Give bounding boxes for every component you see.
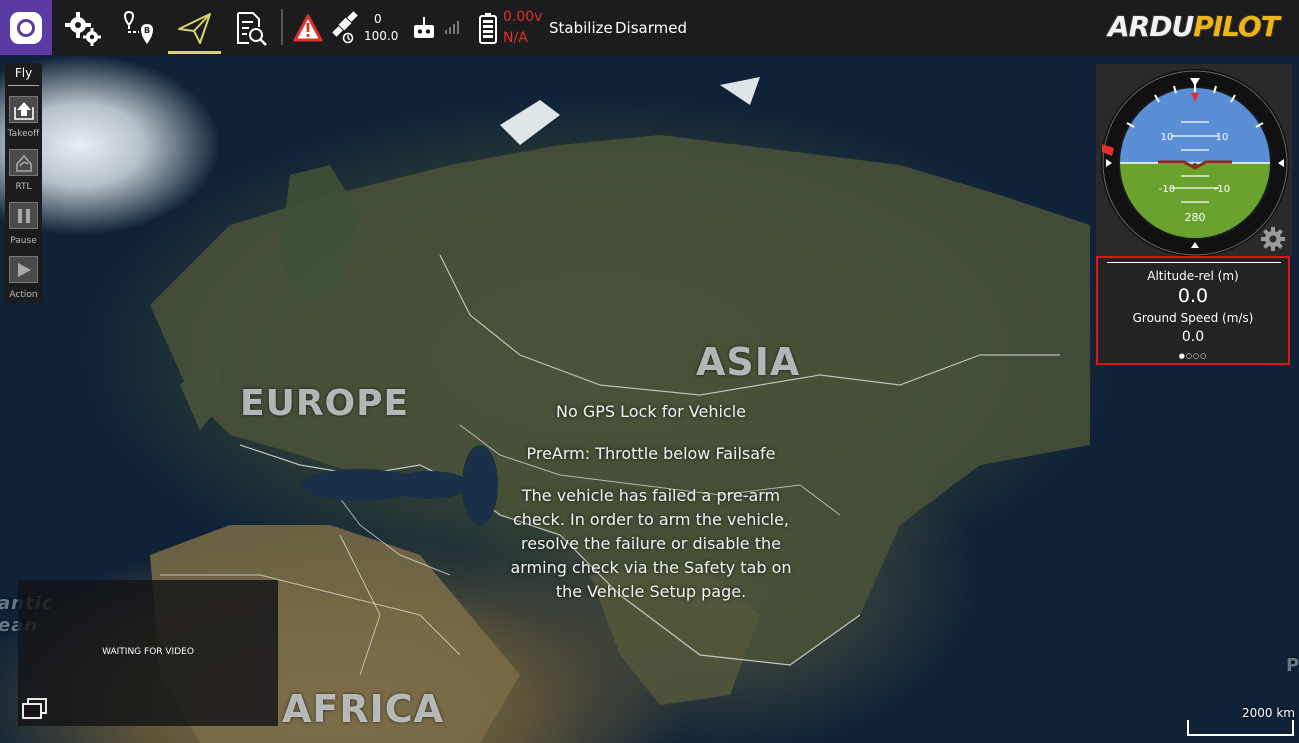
fly-tool-panel: Fly Takeoff RTL Pause Action — [5, 63, 42, 303]
plan-view-button[interactable]: B — [114, 0, 160, 55]
paper-plane-icon — [177, 12, 211, 44]
fly-view-button[interactable] — [168, 0, 221, 55]
altitude-value: 0.0 — [1177, 285, 1209, 307]
prearm-message: PreArm: Throttle below Failsafe — [526, 444, 776, 463]
return-home-icon — [15, 154, 32, 172]
rc-transmitter-icon — [414, 16, 434, 38]
pitch-label-plus-left: 10 — [1161, 132, 1174, 143]
action-button[interactable] — [9, 256, 38, 283]
rtl-button[interactable] — [9, 149, 38, 176]
signal-bars-icon — [445, 21, 459, 34]
qgc-logo-icon — [10, 11, 42, 44]
altitude-label: Altitude-rel (m) — [1147, 269, 1239, 283]
pause-icon — [17, 208, 30, 223]
play-icon — [17, 262, 31, 277]
arm-state-indicator[interactable]: Disarmed — [615, 19, 687, 37]
satellite-icon — [332, 10, 358, 43]
video-window[interactable]: WAITING FOR VIDEO — [18, 580, 278, 726]
gps-indicator[interactable] — [330, 0, 364, 55]
plan-route-icon: B — [123, 10, 153, 44]
rc-rssi-indicator[interactable] — [410, 0, 438, 55]
rtl-label: RTL — [15, 182, 32, 192]
switch-view-icon[interactable] — [20, 696, 50, 722]
brand-text-a: ARDU — [1108, 9, 1194, 43]
values-divider — [1107, 262, 1281, 263]
app-menu-button[interactable] — [0, 0, 52, 55]
brand-text-b: PILOT — [1193, 9, 1280, 43]
label-edge-p: P — [1286, 655, 1299, 676]
ardupilot-logo: ARDU PILOT — [1108, 9, 1294, 43]
page-indicator-dots[interactable]: ●○○○ — [1098, 352, 1288, 360]
vehicle-setup-button[interactable] — [60, 0, 106, 55]
instrument-settings-gear-icon[interactable] — [1260, 226, 1286, 252]
analyze-view-button[interactable] — [228, 0, 272, 55]
battery-voltage: 0.00v — [503, 9, 543, 25]
heading-readout: 280 — [1185, 211, 1206, 224]
toolbar-separator — [281, 9, 283, 45]
gear-icon — [65, 11, 101, 46]
prearm-explanation: The vehicle has failed a pre-arm check. … — [510, 486, 792, 601]
pitch-label-plus-right: 10 — [1216, 132, 1229, 143]
pitch-label-minus-left: -10 — [1159, 184, 1175, 195]
battery-indicator[interactable] — [475, 0, 501, 55]
values-widget[interactable]: Altitude-rel (m) 0.0 Ground Speed (m/s) … — [1096, 256, 1290, 365]
pause-label: Pause — [10, 236, 37, 246]
document-search-icon — [237, 11, 267, 46]
gps-hdop: 100.0 — [364, 29, 399, 43]
instrument-panel: 10 10 -10 -10 280 — [1096, 64, 1292, 257]
fly-panel-title: Fly — [14, 66, 33, 80]
ground-speed-value: 0.0 — [1181, 329, 1205, 345]
battery-remaining: N/A — [503, 30, 528, 46]
active-view-indicator — [168, 51, 221, 54]
map-scale-bar — [1187, 720, 1294, 736]
gps-lock-message: No GPS Lock for Vehicle — [555, 402, 746, 421]
pause-button[interactable] — [9, 202, 38, 229]
takeoff-button[interactable] — [9, 96, 38, 123]
battery-icon — [479, 12, 497, 44]
warning-icon — [293, 14, 323, 41]
takeoff-icon — [13, 101, 34, 120]
fly-panel-divider — [8, 85, 39, 86]
gps-satellite-count: 0 — [374, 12, 382, 26]
label-europe: EUROPE — [240, 383, 410, 424]
svg-text:B: B — [144, 26, 150, 35]
main-toolbar: B 0 100.0 0.00v N/A Stabilize Disarmed A… — [0, 0, 1299, 55]
flight-mode-selector[interactable]: Stabilize — [549, 19, 613, 37]
action-label: Action — [9, 290, 38, 300]
pitch-label-minus-right: -10 — [1214, 184, 1230, 195]
messages-indicator[interactable] — [292, 0, 324, 55]
takeoff-label: Takeoff — [7, 129, 40, 139]
ground-speed-label: Ground Speed (m/s) — [1132, 311, 1254, 325]
label-asia: ASIA — [696, 340, 801, 384]
video-status: WAITING FOR VIDEO — [102, 647, 194, 657]
label-africa: AFRICA — [282, 687, 445, 731]
